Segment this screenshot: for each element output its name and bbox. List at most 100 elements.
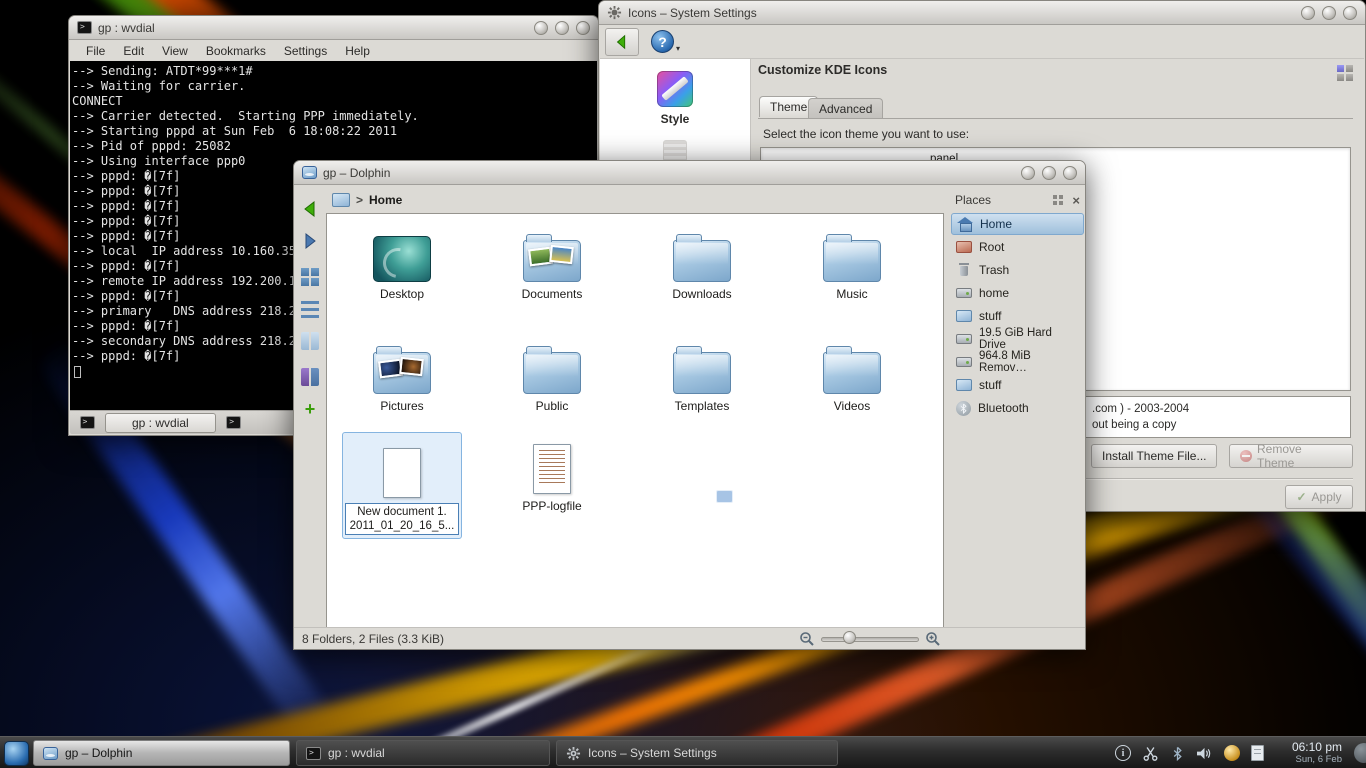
close-panel-icon[interactable]: × (1072, 195, 1080, 206)
rename-text-box[interactable]: New document 1. 2011_01_20_16_5... (345, 503, 459, 535)
close-button[interactable] (1343, 6, 1357, 20)
place-home-partition[interactable]: home (951, 282, 1084, 304)
zoom-in-icon[interactable] (925, 631, 941, 647)
breadcrumb-home[interactable]: Home (369, 193, 402, 207)
menu-help[interactable]: Help (345, 44, 370, 58)
file-tile-music[interactable]: Music (792, 220, 912, 301)
details-view-icon (301, 301, 319, 318)
folder-icon (823, 240, 881, 282)
task-wvdial[interactable]: gp : wvdial (296, 740, 550, 766)
maximize-button[interactable] (555, 21, 569, 35)
taskbar: gp – Dolphin gp : wvdial Icons – System … (0, 736, 1366, 768)
icon-theme-select-label: Select the icon theme you want to use: (763, 127, 969, 141)
file-tile-videos[interactable]: Videos (792, 332, 912, 413)
klipper-scissors-icon[interactable] (1142, 745, 1159, 762)
settings-titlebar[interactable]: Icons – System Settings (599, 1, 1365, 25)
help-button[interactable]: ? ▾ (651, 30, 680, 53)
style-icon (657, 71, 693, 107)
device-notifier-icon[interactable] (1224, 745, 1240, 761)
menu-edit[interactable]: Edit (123, 44, 144, 58)
task-label: gp – Dolphin (65, 746, 132, 760)
sidebar-item-style[interactable]: Style (600, 71, 750, 126)
place-stuff[interactable]: stuff (951, 305, 1084, 327)
style-label: Style (600, 112, 750, 126)
terminal-titlebar[interactable]: gp : wvdial (69, 16, 598, 40)
maximize-button[interactable] (1042, 166, 1056, 180)
install-theme-label: Install Theme File... (1102, 449, 1206, 463)
back-button[interactable] (605, 28, 639, 56)
zoom-out-icon[interactable] (799, 631, 815, 647)
minimize-button[interactable] (1301, 6, 1315, 20)
file-tile-new-document[interactable]: New document 1. 2011_01_20_16_5... (342, 432, 462, 539)
remove-theme-button[interactable]: Remove Theme (1229, 444, 1353, 468)
clipboard-tray-icon[interactable] (1251, 745, 1264, 761)
volume-tray-icon[interactable] (1196, 746, 1213, 761)
file-tile-pictures[interactable]: Pictures (342, 332, 462, 413)
back-button[interactable] (298, 197, 322, 221)
zoom-slider-handle[interactable] (843, 631, 856, 644)
forward-button[interactable] (298, 229, 322, 253)
place-root[interactable]: Root (951, 236, 1084, 258)
info-tray-icon[interactable]: i (1115, 745, 1131, 761)
terminal-icon (80, 416, 95, 429)
float-panel-icon[interactable] (1053, 195, 1064, 206)
file-tile-documents[interactable]: Documents (492, 220, 612, 301)
split-view-button[interactable] (298, 365, 322, 389)
root-folder-icon (956, 241, 972, 253)
file-tile-ppp-logfile[interactable]: PPP-logfile (492, 432, 612, 513)
menu-file[interactable]: File (86, 44, 105, 58)
task-label: Icons – System Settings (588, 746, 717, 760)
panel-clock[interactable]: 06:10 pm Sun, 6 Feb (1292, 740, 1342, 765)
trash-icon (956, 262, 972, 278)
file-label-line: 2011_01_20_16_5... (346, 519, 458, 533)
new-tab-button[interactable]: + (298, 397, 322, 421)
desktop: gp : wvdial File Edit View Bookmarks Set… (0, 0, 1366, 768)
install-theme-button[interactable]: Install Theme File... (1091, 444, 1217, 468)
app-launcher-button[interactable] (4, 741, 29, 766)
menu-view[interactable]: View (162, 44, 188, 58)
bluetooth-tray-icon[interactable] (1170, 746, 1185, 761)
terminal-tab[interactable]: gp : wvdial (105, 413, 216, 433)
apply-label: Apply (1312, 490, 1342, 504)
file-label: Downloads (642, 287, 762, 301)
apply-button[interactable]: ✓ Apply (1285, 485, 1353, 509)
close-button[interactable] (576, 21, 590, 35)
drive-icon (956, 288, 972, 298)
place-stuff-2[interactable]: stuff (951, 374, 1084, 396)
menu-bookmarks[interactable]: Bookmarks (206, 44, 266, 58)
details-view-button[interactable] (298, 297, 322, 321)
tab-advanced[interactable]: Advanced (808, 98, 883, 119)
split-tab-button[interactable] (224, 413, 244, 432)
task-system-settings[interactable]: Icons – System Settings (556, 740, 838, 766)
file-tile-desktop[interactable]: Desktop (342, 220, 462, 301)
minimize-button[interactable] (1021, 166, 1035, 180)
panel-cashew[interactable] (1354, 743, 1366, 763)
dolphin-window: gp – Dolphin > Home + (293, 160, 1086, 650)
place-home[interactable]: Home (951, 213, 1084, 235)
place-trash[interactable]: Trash (951, 259, 1084, 281)
place-removable-drive[interactable]: 964.8 MiB Remov… (951, 351, 1084, 373)
icons-view-button[interactable] (298, 265, 322, 289)
minimize-button[interactable] (534, 21, 548, 35)
file-tile-downloads[interactable]: Downloads (642, 220, 762, 301)
zoom-slider-track[interactable] (821, 637, 919, 642)
places-root-icon[interactable] (332, 193, 350, 207)
terminal-icon (226, 416, 241, 429)
back-arrow-icon (300, 199, 320, 219)
folder-icon (823, 352, 881, 394)
columns-view-button[interactable] (298, 329, 322, 353)
icon-tasks-icon[interactable] (663, 140, 687, 162)
maximize-button[interactable] (1322, 6, 1336, 20)
dolphin-file-view[interactable]: Desktop Documents Downloads Music (326, 213, 944, 629)
place-hard-drive[interactable]: 19.5 GiB Hard Drive (951, 328, 1084, 350)
overview-grid-icon[interactable] (1337, 65, 1353, 81)
task-dolphin[interactable]: gp – Dolphin (33, 740, 290, 766)
dolphin-titlebar[interactable]: gp – Dolphin (294, 161, 1085, 185)
close-button[interactable] (1063, 166, 1077, 180)
place-bluetooth[interactable]: Bluetooth (951, 397, 1084, 419)
file-label: Documents (492, 287, 612, 301)
new-tab-button[interactable] (77, 413, 97, 432)
file-tile-public[interactable]: Public (492, 332, 612, 413)
file-tile-templates[interactable]: Templates (642, 332, 762, 413)
menu-settings[interactable]: Settings (284, 44, 327, 58)
